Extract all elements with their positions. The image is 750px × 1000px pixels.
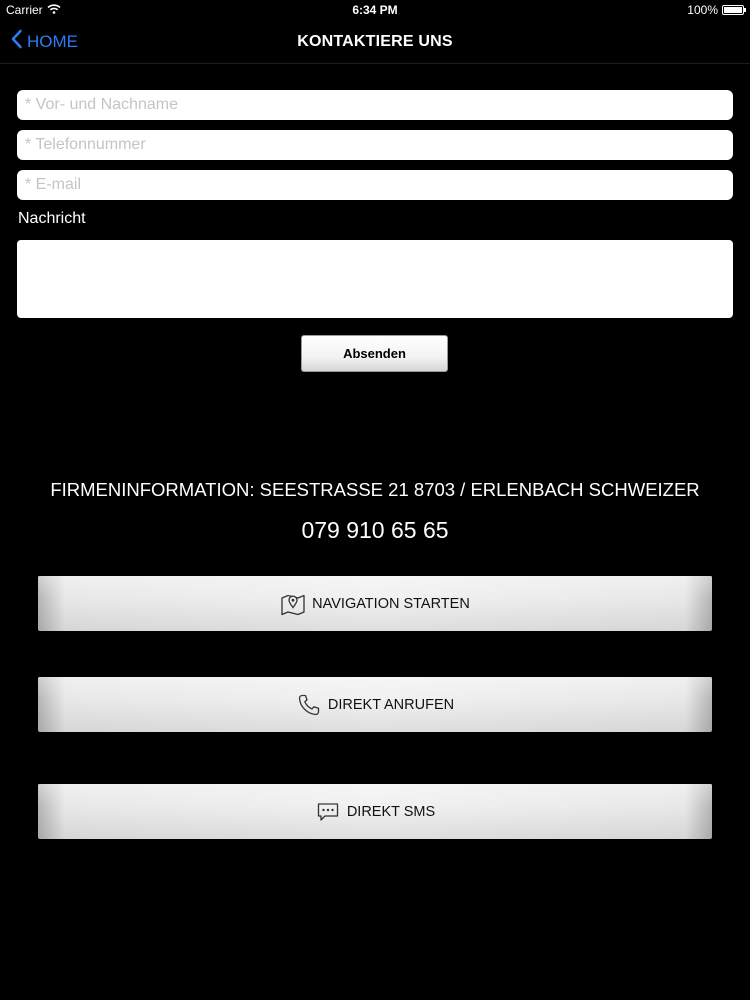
chat-bubble-icon: [315, 799, 341, 825]
chevron-left-icon: [10, 29, 23, 54]
battery-icon: [722, 5, 746, 15]
submit-button[interactable]: Absenden: [301, 335, 448, 372]
page-title: KONTAKTIERE UNS: [297, 33, 453, 50]
sms-label: DIREKT SMS: [346, 803, 436, 820]
navigation-bar: HOME KONTAKTIERE UNS: [0, 20, 750, 64]
phone-input[interactable]: [17, 130, 733, 160]
direct-sms-button[interactable]: DIREKT SMS: [38, 784, 712, 839]
contact-screen: Carrier 6:34 PM 100% HOME KONTAKTIERE UN…: [0, 0, 750, 1000]
start-navigation-button[interactable]: NAVIGATION STARTEN: [38, 576, 712, 631]
back-label: HOME: [27, 31, 78, 51]
phone-icon: [296, 692, 322, 718]
company-info: FIRMENINFORMATION: SEESTRASSE 21 8703 / …: [50, 479, 700, 500]
name-input[interactable]: [17, 90, 733, 120]
status-time: 6:34 PM: [352, 3, 398, 17]
call-label: DIREKT ANRUFEN: [327, 696, 455, 713]
status-battery: 100%: [687, 3, 746, 17]
home-back-button[interactable]: HOME: [10, 20, 78, 63]
message-textarea[interactable]: [17, 240, 733, 318]
email-input[interactable]: [17, 170, 733, 200]
direct-call-button[interactable]: DIREKT ANRUFEN: [38, 677, 712, 732]
map-pin-icon: [280, 591, 306, 617]
phone-number: 079 910 65 65: [301, 517, 449, 543]
navigation-label: NAVIGATION STARTEN: [312, 595, 470, 612]
battery-percent: 100%: [687, 3, 718, 17]
message-label: Nachricht: [18, 210, 86, 227]
status-bar: Carrier 6:34 PM 100%: [0, 0, 750, 20]
